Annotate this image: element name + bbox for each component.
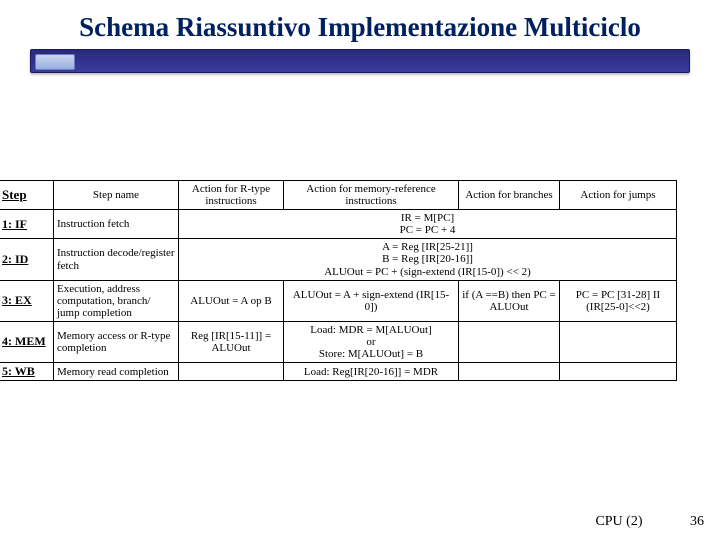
footer: CPU (2) 36 [595, 514, 704, 530]
cell-name: Instruction decode/register fetch [54, 239, 179, 280]
cell-name: Memory read completion [54, 363, 179, 381]
header-rtype: Action for R-type instructions [179, 181, 284, 210]
cell-memref: ALUOut = A + sign-extend (IR[15-0]) [284, 280, 459, 321]
cell-step: 4: MEM [0, 321, 54, 362]
table-header-row: Step Step name Action for R-type instruc… [0, 181, 677, 210]
cell-step: 2: ID [0, 239, 54, 280]
cell-jump [560, 363, 677, 381]
cell-memref: Load: MDR = M[ALUOut] or Store: M[ALUOut… [284, 321, 459, 362]
header-jump: Action for jumps [560, 181, 677, 210]
cell-rtype: Reg [IR[15-11]] = ALUOut [179, 321, 284, 362]
cell-branch: if (A ==B) then PC = ALUOut [459, 280, 560, 321]
summary-table: Step Step name Action for R-type instruc… [0, 180, 677, 381]
cell-merged: A = Reg [IR[25-21]] B = Reg [IR[20-16]] … [179, 239, 677, 280]
cell-name: Memory access or R-type completion [54, 321, 179, 362]
footer-label: CPU (2) [595, 514, 642, 529]
header-branch: Action for branches [459, 181, 560, 210]
cell-memref: Load: Reg[IR[20-16]] = MDR [284, 363, 459, 381]
table-row: 3: EX Execution, address computation, br… [0, 280, 677, 321]
table-row: 4: MEM Memory access or R-type completio… [0, 321, 677, 362]
table-row: 5: WB Memory read completion Load: Reg[I… [0, 363, 677, 381]
cell-name: Instruction fetch [54, 210, 179, 239]
cell-branch [459, 321, 560, 362]
cell-merged: IR = M[PC] PC = PC + 4 [179, 210, 677, 239]
footer-page: 36 [690, 514, 704, 529]
cell-rtype: ALUOut = A op B [179, 280, 284, 321]
header-step: Step [2, 187, 27, 202]
cell-name: Execution, address computation, branch/ … [54, 280, 179, 321]
cell-rtype [179, 363, 284, 381]
table-row: 2: ID Instruction decode/register fetch … [0, 239, 677, 280]
cell-jump: PC = PC [31-28] II (IR[25-0]<<2) [560, 280, 677, 321]
header-memref: Action for memory-reference instructions [284, 181, 459, 210]
cell-step: 3: EX [0, 280, 54, 321]
cell-step: 1: IF [0, 210, 54, 239]
title-rule [30, 49, 690, 73]
cell-branch [459, 363, 560, 381]
slide-title: Schema Riassuntivo Implementazione Multi… [20, 12, 700, 43]
table-row: 1: IF Instruction fetch IR = M[PC] PC = … [0, 210, 677, 239]
cell-jump [560, 321, 677, 362]
header-stepname: Step name [54, 181, 179, 210]
cell-step: 5: WB [0, 363, 54, 381]
